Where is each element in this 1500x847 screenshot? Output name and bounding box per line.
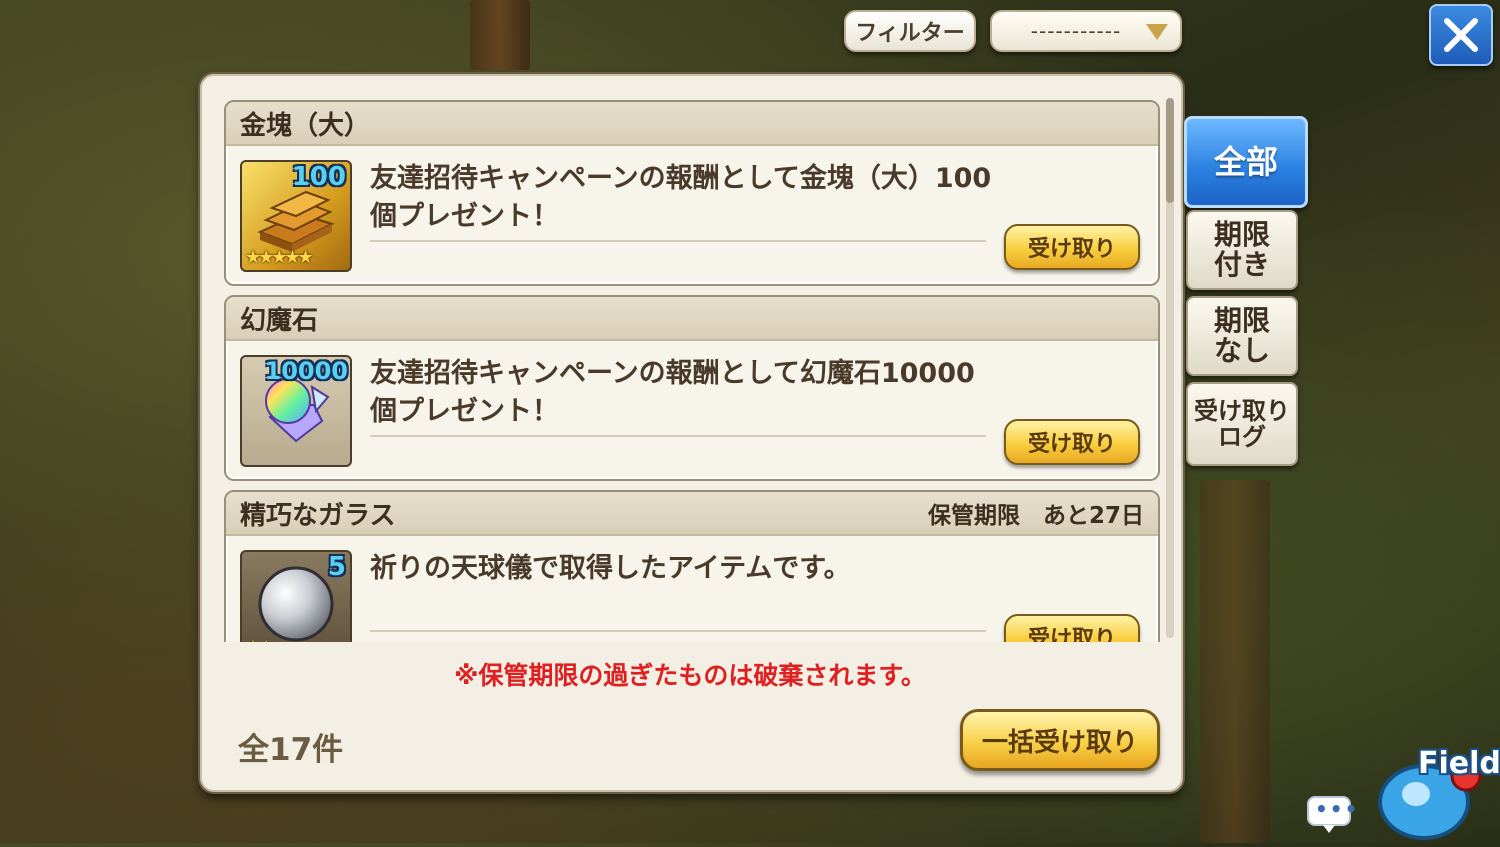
list-scrollbar[interactable] — [1166, 98, 1174, 638]
tab-receive-log[interactable]: 受け取り ログ — [1186, 382, 1298, 466]
expiry-notice: ※保管期限の過ぎたものは破棄されます。 — [454, 661, 926, 690]
storage-limit: 保管期限 あと27日 — [927, 503, 1144, 529]
filter-dropdown[interactable]: ----------- — [990, 10, 1182, 52]
gift-quantity: 100 — [291, 162, 346, 192]
close-button[interactable] — [1429, 4, 1493, 66]
gift-description: 友達招待キャンペーンの報酬として金塊（大）100個プレゼント！ — [370, 163, 992, 232]
gift-name: 金塊（大） — [240, 110, 371, 141]
gift-card-header: 金塊（大） — [226, 102, 1158, 146]
rarity-stars: ★★ — [245, 637, 274, 642]
tab-all[interactable]: 全部 — [1184, 116, 1308, 208]
gift-card: 精巧なガラス 保管期限 あと27日 5 ★★ 祈りの天球儀で取得したアイテムです… — [224, 490, 1160, 642]
gift-name: 精巧なガラス — [240, 500, 396, 531]
gift-description: 友達招待キャンペーンの報酬として幻魔石10000個プレゼント！ — [370, 358, 975, 427]
gift-card-header: 精巧なガラス 保管期限 あと27日 — [226, 492, 1158, 536]
gift-box-panel: 金塊（大） 100 ★★★★★ 友達招待キャンペーンの報酬として金塊（大）100… — [200, 74, 1183, 792]
field-label: Field — [1418, 746, 1500, 781]
scrollbar-thumb[interactable] — [1166, 98, 1174, 203]
rarity-stars: ★★★★★ — [245, 247, 314, 268]
divider — [370, 435, 986, 437]
field-button[interactable]: Field — [1372, 732, 1500, 843]
close-icon — [1444, 18, 1478, 52]
gift-card: 幻魔石 10000 友達招待キャンペーンの報酬として幻魔石10000個プレゼント… — [224, 295, 1160, 481]
gift-card-header: 幻魔石 — [226, 297, 1158, 341]
receive-button[interactable]: 受け取り — [1004, 419, 1140, 465]
receive-button[interactable]: 受け取り — [1004, 614, 1140, 642]
filter-button[interactable]: フィルター — [844, 10, 976, 52]
tab-with-limit[interactable]: 期限 付き — [1186, 210, 1298, 290]
gift-description: 祈りの天球儀で取得したアイテムです。 — [370, 553, 851, 584]
gift-quantity: 5 — [327, 552, 346, 582]
receive-button[interactable]: 受け取り — [1004, 224, 1140, 270]
glass-orb-icon: 5 ★★ — [240, 550, 352, 642]
gift-card: 金塊（大） 100 ★★★★★ 友達招待キャンペーンの報酬として金塊（大）100… — [224, 100, 1160, 286]
chat-icon: ••• — [1315, 797, 1360, 821]
chevron-down-icon — [1146, 24, 1168, 40]
bulk-receive-button[interactable]: 一括受け取り — [960, 709, 1160, 771]
gift-quantity: 10000 — [264, 357, 349, 385]
tab-no-limit[interactable]: 期限 なし — [1186, 296, 1298, 376]
gift-list[interactable]: 金塊（大） 100 ★★★★★ 友達招待キャンペーンの報酬として金塊（大）100… — [224, 98, 1162, 642]
chat-button[interactable]: ••• — [1307, 796, 1357, 833]
background-post — [470, 0, 530, 70]
gold-bars-icon: 100 ★★★★★ — [240, 160, 352, 272]
background-post — [1200, 480, 1270, 843]
magicite-crystal-icon: 10000 — [240, 355, 352, 467]
divider — [370, 240, 986, 242]
divider — [370, 630, 986, 632]
total-count: 全17件 — [238, 732, 344, 768]
gift-name: 幻魔石 — [240, 305, 319, 336]
